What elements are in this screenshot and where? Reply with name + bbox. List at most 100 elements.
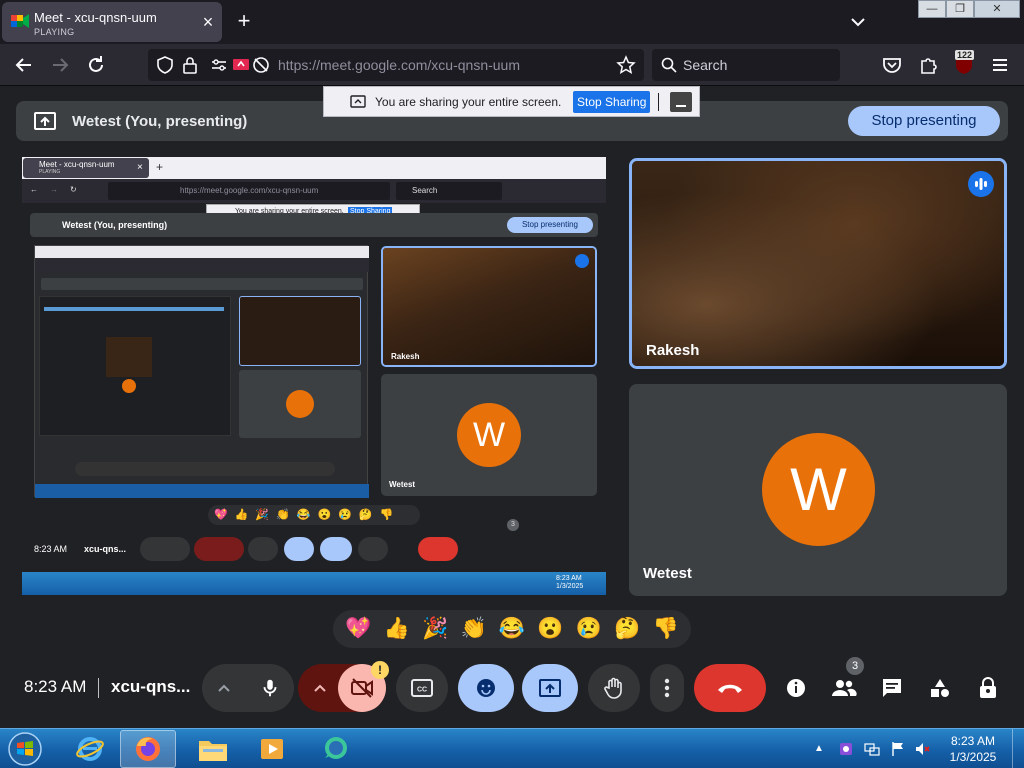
microphone-button[interactable] <box>246 664 294 712</box>
nested-deep-screen <box>39 296 231 436</box>
url-bar[interactable]: https://meet.google.com/xcu-qnsn-uum <box>148 49 644 81</box>
browser-tab-meet[interactable]: Meet - xcu-qnsn-uum PLAYING × <box>2 2 222 42</box>
info-icon <box>787 679 805 697</box>
nested-wetest-tile <box>239 370 361 438</box>
volume-muted-icon[interactable] <box>914 741 930 757</box>
autoplay-blocked-icon[interactable] <box>252 56 270 74</box>
mini-tab: Meet - xcu-qnsn-uum PLAYING × <box>23 158 149 178</box>
host-controls-button[interactable] <box>970 664 1006 712</box>
shield-icon[interactable] <box>156 56 174 74</box>
show-desktop-button[interactable] <box>1012 729 1024 768</box>
chat-app-icon <box>325 737 347 759</box>
shared-screen-preview: Meet - xcu-qnsn-uum PLAYING × + ← → ↻ ht… <box>22 157 606 595</box>
minimize-notification-button[interactable] <box>670 92 692 112</box>
screen-share-icon <box>350 95 366 108</box>
reaction-sad[interactable]: 😢 <box>573 613 605 645</box>
reaction-laugh[interactable]: 😂 <box>496 613 528 645</box>
meeting-details-button[interactable] <box>778 664 814 712</box>
taskbar-firefox[interactable] <box>120 730 176 768</box>
activities-shapes-icon <box>931 679 949 697</box>
reaction-thumbs-up[interactable]: 👍 <box>381 613 413 645</box>
taskbar-internet-explorer[interactable] <box>62 730 118 768</box>
search-icon <box>661 57 677 73</box>
reaction-thinking[interactable]: 🤔 <box>611 613 643 645</box>
stop-sharing-button[interactable]: Stop Sharing <box>573 91 651 113</box>
search-placeholder: Search <box>683 57 728 73</box>
reaction-heart[interactable]: 💖 <box>342 613 374 645</box>
tab-close-icon[interactable]: × <box>198 12 218 32</box>
captions-button[interactable]: CC <box>396 664 448 712</box>
meet-favicon-icon <box>11 14 29 28</box>
chat-button[interactable] <box>874 664 910 712</box>
nested-controls <box>75 462 335 476</box>
emoji-reactions-button[interactable] <box>458 664 514 712</box>
action-center-flag-icon[interactable] <box>890 741 906 757</box>
reaction-party[interactable]: 🎉 <box>419 613 451 645</box>
permissions-icon[interactable] <box>210 57 228 73</box>
restore-window-button[interactable]: ❐ <box>946 0 974 18</box>
new-tab-button[interactable]: + <box>232 10 256 34</box>
folder-icon <box>199 741 227 761</box>
meeting-time: 8:23 AM <box>24 677 87 696</box>
participant-tile-wetest[interactable]: W Wetest <box>629 384 1007 596</box>
smiley-face-icon <box>477 679 495 697</box>
mini-search-bar: Search <box>396 182 502 200</box>
network-icon[interactable] <box>864 741 880 757</box>
present-now-button[interactable] <box>522 664 578 712</box>
taskbar-clock[interactable]: 8:23 AM 1/3/2025 <box>946 733 1000 765</box>
taskbar-file-explorer[interactable] <box>185 730 241 768</box>
taskbar-chat-app[interactable] <box>308 730 364 768</box>
mini-emoji-button <box>284 537 314 561</box>
minimize-window-button[interactable]: — <box>918 0 946 18</box>
more-options-button[interactable] <box>650 664 684 712</box>
show-hidden-icons-chevron-icon[interactable]: ▲ <box>814 741 830 757</box>
tray-app-icon[interactable] <box>838 741 854 757</box>
host-lock-icon <box>980 677 996 698</box>
participant-tile-rakesh[interactable]: Rakesh <box>629 158 1007 369</box>
mini-speaking-icon <box>575 254 589 268</box>
lock-icon[interactable] <box>182 56 198 74</box>
back-arrow-icon[interactable] <box>12 53 36 77</box>
mini-rakesh-name: Rakesh <box>391 352 420 361</box>
mini-search-text: Search <box>412 186 438 195</box>
nested-deep-video <box>106 337 152 377</box>
search-bar[interactable]: Search <box>652 49 840 81</box>
nested-navbar <box>35 258 369 272</box>
audio-options-button[interactable] <box>202 664 246 712</box>
svg-text:CC: CC <box>417 687 427 694</box>
leave-call-button[interactable] <box>694 664 766 712</box>
reload-icon[interactable] <box>84 53 108 77</box>
reaction-thumbs-down[interactable]: 👎 <box>650 613 682 645</box>
mini-tab-status: PLAYING <box>39 169 61 175</box>
people-count-badge: 3 <box>846 657 864 675</box>
internet-explorer-icon <box>76 737 104 761</box>
mini-mic-group <box>140 537 190 561</box>
close-window-button[interactable]: ✕ <box>974 0 1020 18</box>
tab-playing-status: PLAYING <box>34 27 75 37</box>
windows-taskbar: ▲ 8:23 AM 1/3/2025 <box>0 728 1024 768</box>
reactions-bar: 💖 👍 🎉 👏 😂 😮 😢 🤔 👎 <box>333 610 691 648</box>
activities-button[interactable] <box>922 664 958 712</box>
taskbar-media-player[interactable] <box>244 730 300 768</box>
pocket-icon[interactable] <box>880 53 904 77</box>
reaction-clap[interactable]: 👏 <box>458 613 490 645</box>
windows-start-icon[interactable] <box>6 731 44 767</box>
screen-share-notification: You are sharing your entire screen. Stop… <box>323 86 700 117</box>
raise-hand-button[interactable] <box>588 664 640 712</box>
mini-cam-group <box>194 537 244 561</box>
bookmark-star-icon[interactable] <box>616 55 636 75</box>
mini-present-title: Wetest (You, presenting) <box>62 220 168 230</box>
closed-captions-icon: CC <box>411 679 433 697</box>
taskbar-date: 1/3/2025 <box>949 750 997 764</box>
stop-presenting-button[interactable]: Stop presenting <box>848 106 1000 136</box>
screen-sharing-indicator-icon[interactable] <box>232 57 250 73</box>
tab-list-chevron-icon[interactable] <box>846 10 870 34</box>
extensions-puzzle-icon[interactable] <box>917 53 941 77</box>
reaction-surprised[interactable]: 😮 <box>534 613 566 645</box>
hamburger-menu-icon[interactable] <box>988 53 1012 77</box>
mini-people-count: 3 <box>507 519 519 531</box>
media-player-icon <box>261 739 283 759</box>
video-options-button[interactable] <box>298 664 342 712</box>
forward-arrow-icon[interactable] <box>48 53 72 77</box>
mini-url-bar: https://meet.google.com/xcu-qnsn-uum <box>108 182 390 200</box>
